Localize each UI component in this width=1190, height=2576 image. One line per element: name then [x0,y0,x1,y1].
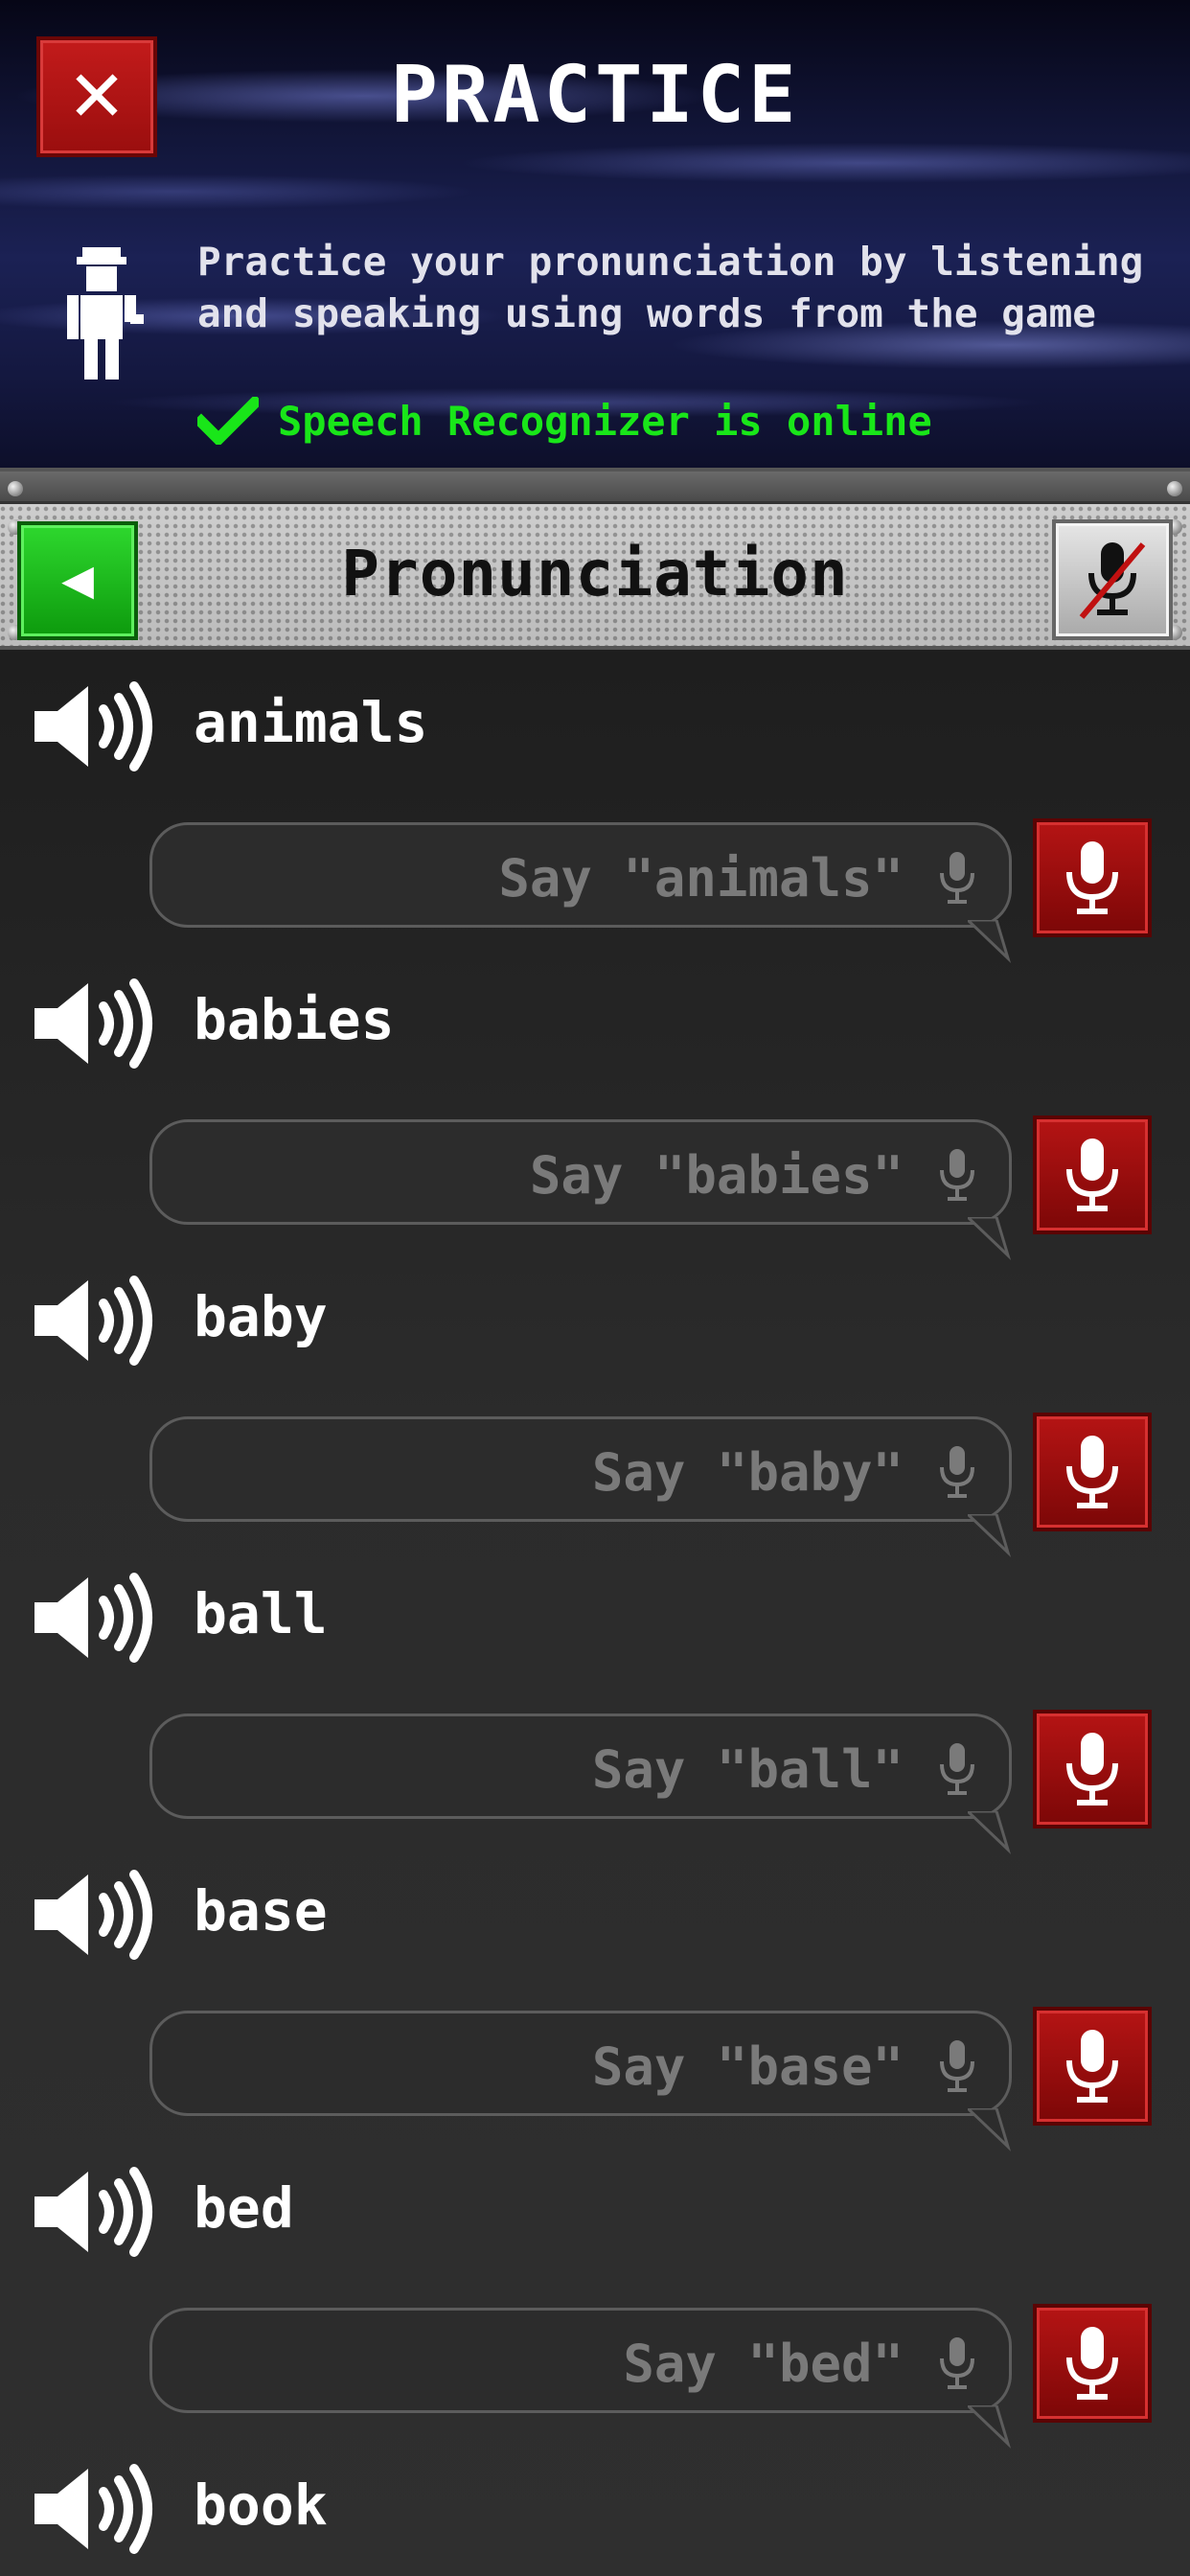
record-button[interactable] [1033,1413,1152,1531]
microphone-icon [940,852,974,904]
record-button[interactable] [1033,818,1152,937]
say-prompt: Say "baby" [591,1442,904,1503]
microphone-icon [1066,1436,1118,1508]
bubble-tail [968,1811,1012,1854]
word-list: animals Say "animals" babies Say "babies… [0,650,1190,2576]
speech-bubble-input: Say "baby" [149,1416,1012,1522]
say-prompt: Say "babies" [529,1145,904,1206]
speaker-icon[interactable] [34,2463,159,2555]
checkmark-icon [197,397,259,445]
intro-text: Practice your pronunciation by listening… [197,236,1165,339]
say-prompt: Say "ball" [591,1739,904,1800]
microphone-icon [940,1446,974,1498]
list-item: animals [0,669,1190,784]
speech-bubble-input: Say "base" [149,2011,1012,2116]
speech-bubble-input: Say "ball" [149,1714,1012,1819]
page-title: PRACTICE [390,50,800,141]
microphone-icon [1066,841,1118,914]
word-label: book [194,2472,328,2538]
status-text: Speech Recognizer is online [278,397,932,445]
bubble-tail [968,1514,1012,1557]
say-prompt: Say "bed" [623,2334,904,2394]
word-label: ball [194,1581,328,1646]
say-prompt: Say "animals" [498,848,904,908]
word-label: bed [194,2175,294,2241]
microphone-icon [1066,1138,1118,1211]
bubble-tail [968,2405,1012,2449]
toolbar-title: Pronunciation [341,537,849,610]
word-label: base [194,1878,328,1944]
record-button[interactable] [1033,1116,1152,1234]
pilot-icon [67,247,144,380]
microphone-icon [940,1743,974,1795]
list-item: base [0,1857,1190,1972]
speaker-icon[interactable] [34,978,159,1070]
word-label: babies [194,987,395,1052]
speech-bubble-input: Say "babies" [149,1119,1012,1225]
list-item: ball [0,1560,1190,1675]
recognizer-status: Speech Recognizer is online [197,397,932,445]
speaker-icon[interactable] [34,1275,159,1367]
list-item: babies [0,966,1190,1081]
record-button[interactable] [1033,1710,1152,1828]
list-item: bed [0,2154,1190,2269]
speech-bubble-input: Say "bed" [149,2308,1012,2413]
speaker-icon[interactable] [34,1572,159,1664]
list-item: book [0,2451,1190,2566]
rivet-icon [1167,481,1182,496]
toolbar-metal-strip [0,472,1190,504]
microphone-icon [940,2337,974,2389]
speaker-icon[interactable] [34,1869,159,1961]
speaker-icon[interactable] [34,680,159,772]
record-button[interactable] [1033,2007,1152,2126]
microphone-icon [940,2040,974,2092]
word-label: animals [194,690,428,755]
microphone-icon [1066,1733,1118,1806]
bubble-tail [968,1217,1012,1260]
list-item: baby [0,1263,1190,1378]
intro-line-2: and speaking using words from the game [197,290,1096,336]
bubble-tail [968,920,1012,963]
microphone-icon [940,1149,974,1201]
speech-bubble-input: Say "animals" [149,822,1012,928]
header-banner: ✕ PRACTICE Practice your pronunciation b… [0,0,1190,468]
microphone-icon [1066,2030,1118,2103]
word-label: baby [194,1284,328,1349]
record-button[interactable] [1033,2304,1152,2423]
rivet-icon [8,481,23,496]
intro-line-1: Practice your pronunciation by listening [197,239,1144,285]
microphone-icon [1066,2327,1118,2400]
bubble-tail [968,2108,1012,2151]
say-prompt: Say "base" [591,2036,904,2097]
speaker-icon[interactable] [34,2166,159,2258]
